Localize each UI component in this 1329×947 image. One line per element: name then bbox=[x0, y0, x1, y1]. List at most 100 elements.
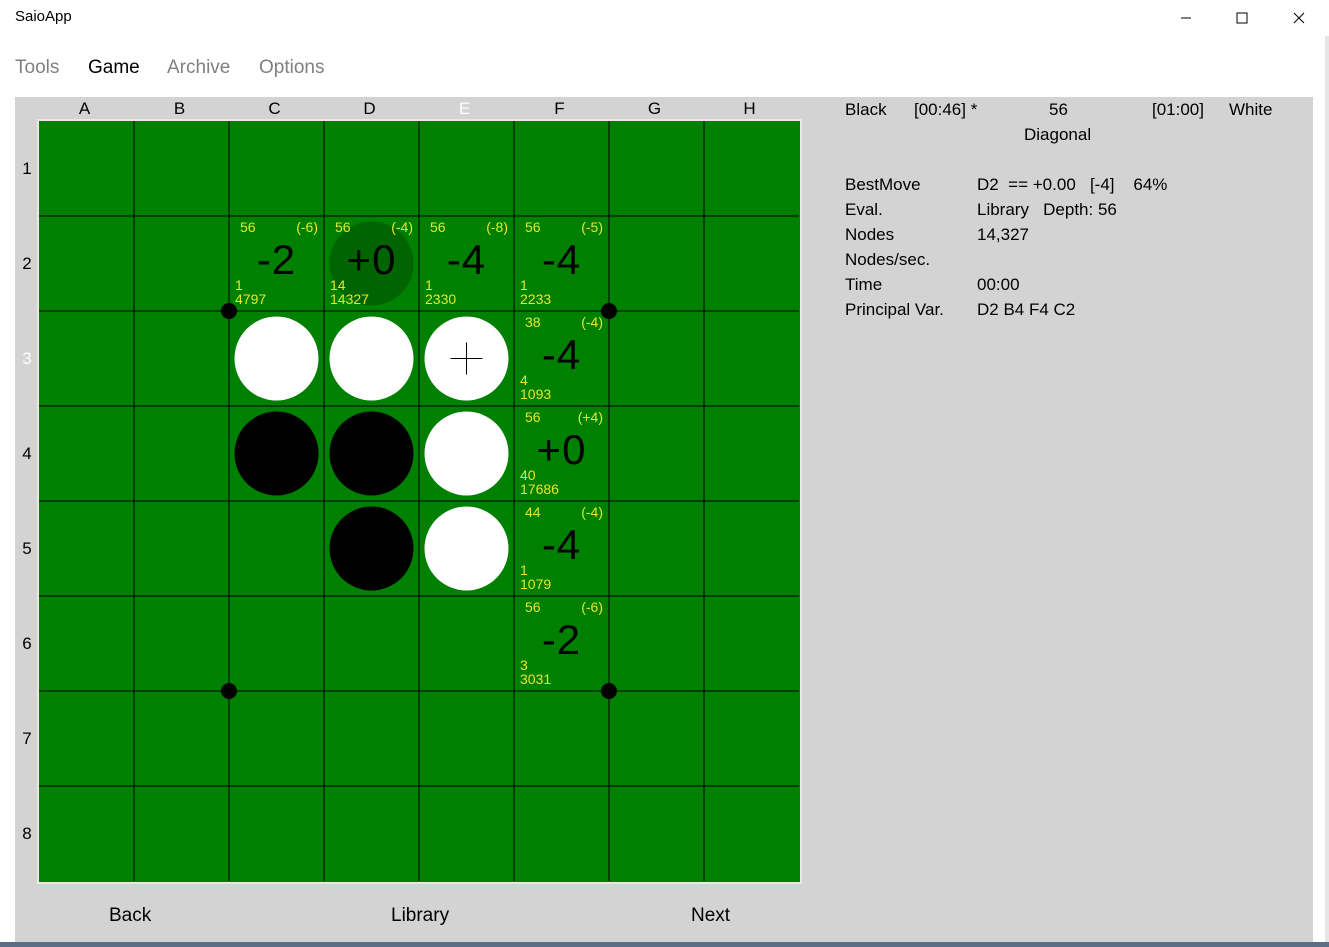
hint-count: 1 bbox=[520, 277, 528, 293]
back-button[interactable]: Back bbox=[109, 905, 151, 927]
hint-score: -4 bbox=[541, 236, 582, 283]
white-player-label: White bbox=[1229, 100, 1273, 119]
row-label-5: 5 bbox=[22, 539, 32, 558]
hint-count: 14 bbox=[330, 277, 346, 293]
bestmove-value: D2 == +0.00 [-4] 64% bbox=[977, 175, 1168, 194]
opening-name: Diagonal bbox=[1024, 125, 1092, 144]
maximize-button[interactable] bbox=[1214, 0, 1270, 36]
black-disc-d4 bbox=[329, 411, 414, 496]
hint-nodes: 2233 bbox=[520, 291, 552, 307]
next-button[interactable]: Next bbox=[691, 905, 730, 927]
hint-nodes: 3031 bbox=[520, 671, 552, 687]
time-label: Time bbox=[845, 275, 883, 294]
menu-game[interactable]: Game bbox=[88, 57, 140, 79]
black-clock: [00:46] * bbox=[914, 100, 978, 119]
hint-score: -4 bbox=[541, 331, 582, 378]
white-disc-d3 bbox=[329, 316, 414, 401]
hint-nodes: 17686 bbox=[520, 481, 559, 497]
hint-depth: 56 bbox=[525, 409, 541, 425]
hint-count: 1 bbox=[520, 562, 528, 578]
hint-delta: (-6) bbox=[296, 219, 318, 235]
library-button[interactable]: Library bbox=[391, 905, 449, 927]
hint-score: -2 bbox=[256, 236, 297, 283]
hint-delta: (-5) bbox=[581, 219, 603, 235]
hint-count: 1 bbox=[235, 277, 243, 293]
row-label-7: 7 bbox=[22, 729, 32, 748]
move-hint-f2[interactable]: 56 (-5) -4 1 2233 bbox=[514, 216, 609, 311]
column-label-h: H bbox=[743, 99, 756, 118]
hint-score: -4 bbox=[446, 236, 487, 283]
column-label-g: G bbox=[647, 99, 662, 118]
black-player-label: Black bbox=[845, 100, 887, 119]
eval-value: Library Depth: 56 bbox=[977, 200, 1117, 219]
nodes-per-sec-label: Nodes/sec. bbox=[845, 250, 931, 269]
principal-variation-value: D2 B4 F4 C2 bbox=[977, 300, 1076, 319]
nodes-label: Nodes bbox=[845, 225, 895, 244]
principal-variation-label: Principal Var. bbox=[845, 300, 944, 319]
row-label-2: 2 bbox=[22, 254, 32, 273]
move-hint-e2[interactable]: 56 (-8) -4 1 2330 bbox=[419, 216, 514, 311]
maximize-icon bbox=[1236, 12, 1248, 24]
white-clock: [01:00] bbox=[1152, 100, 1204, 119]
minimize-button[interactable] bbox=[1158, 0, 1214, 36]
bestmove-label: BestMove bbox=[845, 175, 921, 194]
hint-delta: (-4) bbox=[391, 219, 413, 235]
menu-tools[interactable]: Tools bbox=[15, 57, 59, 79]
black-disc-c4 bbox=[234, 411, 319, 496]
hint-nodes: 14327 bbox=[330, 291, 369, 307]
taskbar-edge bbox=[0, 942, 1329, 947]
hint-depth: 56 bbox=[240, 219, 256, 235]
move-hint-f3[interactable]: 38 (-4) -4 4 1093 bbox=[514, 311, 609, 406]
column-label-b: B bbox=[173, 99, 186, 118]
hint-depth: 56 bbox=[525, 599, 541, 615]
window-edge bbox=[1325, 36, 1329, 947]
hint-score: -4 bbox=[541, 521, 582, 568]
hint-count: 4 bbox=[520, 372, 528, 388]
move-hint-f4[interactable]: 56 (+4) +0 40 17686 bbox=[514, 406, 609, 501]
hint-nodes: 1079 bbox=[520, 576, 552, 592]
search-depth: 56 bbox=[1049, 100, 1068, 119]
hint-depth: 38 bbox=[525, 314, 541, 330]
othello-board[interactable]: 56 (-6) -2 1 4797 56 (-4) +0 14 14327 56 (-8) -4 1 233… bbox=[37, 119, 802, 884]
row-label-8: 8 bbox=[22, 824, 32, 843]
menu-bar: Tools Game Archive Options bbox=[0, 52, 1329, 86]
hint-count: 40 bbox=[520, 467, 536, 483]
white-disc-e5 bbox=[424, 506, 509, 591]
column-label-c: C bbox=[268, 99, 281, 118]
column-label-f: F bbox=[554, 99, 565, 118]
hint-depth: 56 bbox=[525, 219, 541, 235]
black-disc-d5 bbox=[329, 506, 414, 591]
menu-options[interactable]: Options bbox=[259, 57, 324, 79]
hint-score: -2 bbox=[541, 616, 582, 663]
row-label-6: 6 bbox=[22, 634, 32, 653]
move-hint-c2[interactable]: 56 (-6) -2 1 4797 bbox=[229, 216, 324, 311]
hint-depth: 44 bbox=[525, 504, 541, 520]
row-label-1: 1 bbox=[22, 159, 32, 178]
column-label-a: A bbox=[78, 99, 91, 118]
white-disc-e4 bbox=[424, 411, 509, 496]
hint-delta: (-6) bbox=[581, 599, 603, 615]
close-icon bbox=[1293, 12, 1305, 24]
star-point bbox=[221, 683, 237, 699]
hint-depth: 56 bbox=[430, 219, 446, 235]
hint-delta: (-8) bbox=[486, 219, 508, 235]
hint-depth: 56 bbox=[335, 219, 351, 235]
hint-nodes: 1093 bbox=[520, 386, 552, 402]
hint-count: 3 bbox=[520, 657, 528, 673]
column-label-d: D bbox=[363, 99, 376, 118]
menu-archive[interactable]: Archive bbox=[167, 57, 230, 79]
move-hint-d2[interactable]: 56 (-4) +0 14 14327 bbox=[324, 216, 419, 311]
hint-delta: (+4) bbox=[577, 409, 603, 425]
minimize-icon bbox=[1181, 17, 1191, 19]
hint-delta: (-4) bbox=[581, 504, 603, 520]
column-label-e: E bbox=[458, 99, 471, 118]
hint-nodes: 4797 bbox=[235, 291, 267, 307]
move-hint-f6[interactable]: 56 (-6) -2 3 3031 bbox=[514, 596, 609, 691]
move-hint-f5[interactable]: 44 (-4) -4 1 1079 bbox=[514, 501, 609, 596]
close-button[interactable] bbox=[1271, 0, 1327, 36]
app-title: SaioApp bbox=[15, 8, 72, 25]
row-label-3: 3 bbox=[22, 349, 32, 368]
time-value: 00:00 bbox=[977, 275, 1020, 294]
nodes-value: 14,327 bbox=[977, 225, 1029, 244]
hint-count: 1 bbox=[425, 277, 433, 293]
